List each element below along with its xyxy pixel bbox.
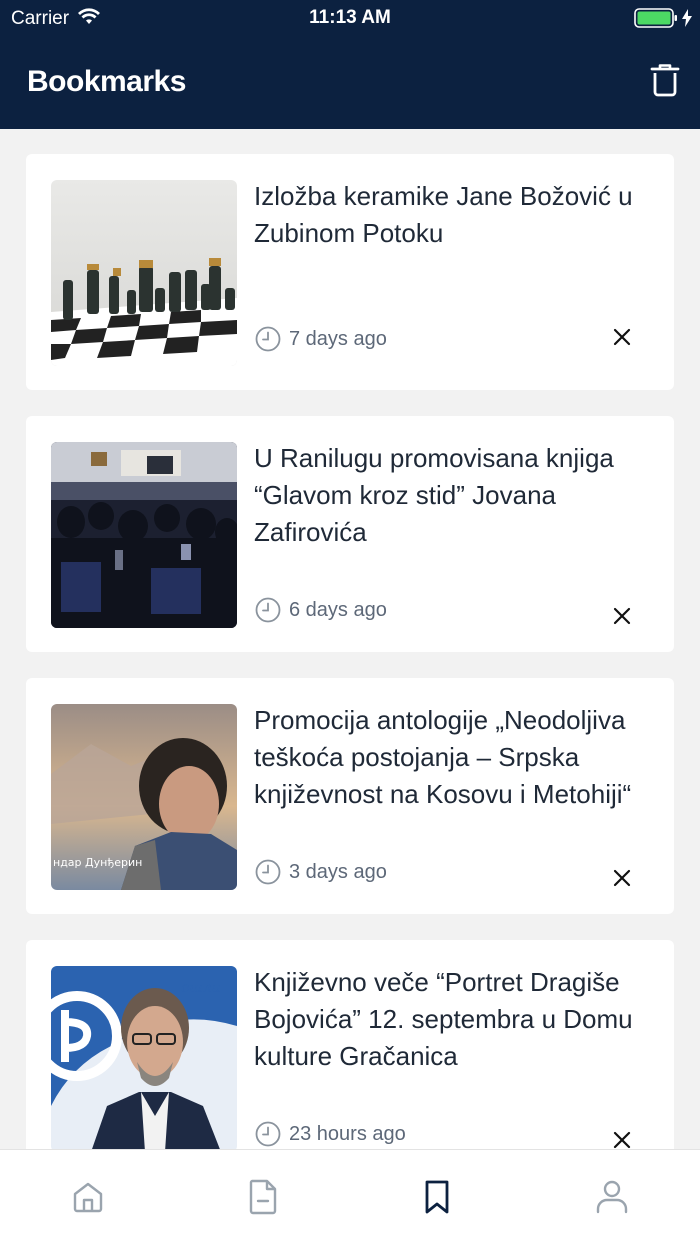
article-time: 3 days ago (289, 860, 387, 883)
bookmark-icon (423, 1179, 451, 1220)
clock-icon (255, 597, 281, 623)
article-thumbnail-chess (51, 180, 237, 366)
remove-bookmark-button[interactable] (610, 606, 634, 630)
article-meta: 3 days ago (255, 859, 387, 885)
thumbnail-caption: ндар Дунђерин (53, 856, 142, 869)
clear-bookmarks-button[interactable] (648, 63, 682, 102)
status-bar: Carrier 11:13 AM (0, 0, 700, 36)
clock-icon (255, 1121, 281, 1147)
close-icon (613, 1131, 631, 1150)
article-time: 7 days ago (289, 327, 387, 350)
article-title[interactable]: Promocija antologije „Neodoljiva teškoća… (254, 702, 654, 813)
page-title: Bookmarks (27, 65, 186, 98)
tab-profile[interactable] (594, 1180, 630, 1218)
article-title[interactable]: U Ranilugu promovisana knjiga “Glavom kr… (254, 440, 654, 551)
close-icon (613, 328, 631, 351)
article-meta: 6 days ago (255, 597, 387, 623)
battery-icon (634, 7, 678, 34)
article-thumbnail-portrait: ндар Дунђерин (51, 704, 237, 890)
thumbnail-caption: ошли (181, 980, 221, 996)
user-icon (595, 1179, 629, 1220)
remove-bookmark-button[interactable] (610, 327, 634, 351)
tab-bookmarks[interactable] (419, 1180, 455, 1218)
article-thumbnail-speaker: ошли (51, 966, 237, 1149)
bookmarks-list[interactable]: Izložba keramike Jane Božović u Zubinom … (0, 129, 700, 1149)
article-time: 6 days ago (289, 598, 387, 621)
article-thumbnail-audience (51, 442, 237, 628)
tab-documents[interactable] (245, 1179, 281, 1220)
clock-time: 11:13 AM (309, 7, 391, 28)
close-icon (613, 869, 631, 892)
home-icon (71, 1180, 105, 1219)
document-icon (248, 1179, 278, 1220)
battery-indicator (634, 7, 692, 34)
article-meta: 7 days ago (255, 326, 387, 352)
charging-bolt-icon (682, 9, 692, 32)
close-icon (613, 607, 631, 630)
bookmark-card[interactable]: Izložba keramike Jane Božović u Zubinom … (26, 154, 674, 390)
remove-bookmark-button[interactable] (610, 868, 634, 892)
article-title[interactable]: Izložba keramike Jane Božović u Zubinom … (254, 178, 654, 252)
remove-bookmark-button[interactable] (610, 1130, 634, 1149)
clock-icon (255, 859, 281, 885)
navigation-bar: Bookmarks (0, 36, 700, 129)
bookmark-card[interactable]: ндар Дунђерин Promocija antologije „Neod… (26, 678, 674, 914)
tab-bar (0, 1149, 700, 1244)
bookmark-card[interactable]: ошли Književno veče “Portret Dragiše Boj… (26, 940, 674, 1149)
trash-icon (650, 63, 680, 102)
article-time: 23 hours ago (289, 1122, 406, 1145)
article-meta: 23 hours ago (255, 1121, 406, 1147)
clock-icon (255, 326, 281, 352)
tab-home[interactable] (70, 1180, 106, 1218)
bookmark-card[interactable]: U Ranilugu promovisana knjiga “Glavom kr… (26, 416, 674, 652)
article-title[interactable]: Književno veče “Portret Dragiše Bojovića… (254, 964, 654, 1075)
